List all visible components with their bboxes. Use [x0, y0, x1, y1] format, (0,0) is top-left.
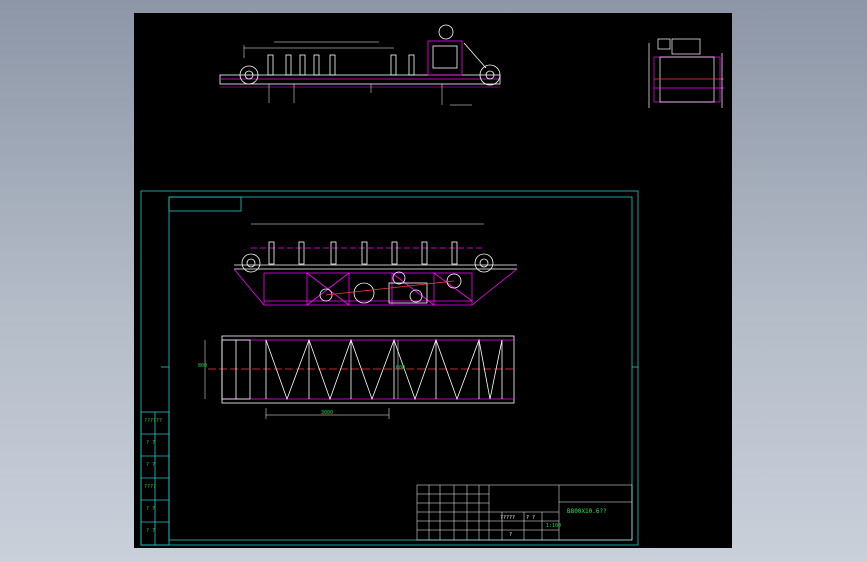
left-column-label: ? ? — [146, 440, 156, 446]
plan-view — [204, 335, 515, 419]
table-cell: ? — [509, 532, 513, 538]
left-column-label: ?????? — [144, 418, 163, 424]
left-column-label: ? ? — [146, 528, 156, 534]
main-elevation-view — [233, 223, 518, 306]
dim-plan-length: 3000 — [321, 410, 334, 416]
drawing-frame — [140, 190, 639, 546]
cad-drawing-canvas[interactable]: B800X10.6?? 1:100 3000 800 600 ?????? ? … — [134, 13, 732, 548]
cad-drawing — [140, 24, 724, 546]
table-cell: ????? — [500, 515, 516, 521]
table-cell: ? ? — [526, 515, 536, 521]
left-column-label: ? ? — [146, 462, 156, 468]
dim-plan-width-inner: 600 — [396, 365, 406, 371]
end-view — [648, 38, 724, 108]
title-block-label: B800X10.6?? — [567, 508, 607, 515]
left-column-label: ???? — [144, 484, 157, 490]
dim-plan-width: 800 — [198, 363, 208, 369]
top-elevation-view — [219, 24, 501, 106]
scale-value: 1:100 — [546, 523, 562, 529]
left-column-label: ? ? — [146, 506, 156, 512]
